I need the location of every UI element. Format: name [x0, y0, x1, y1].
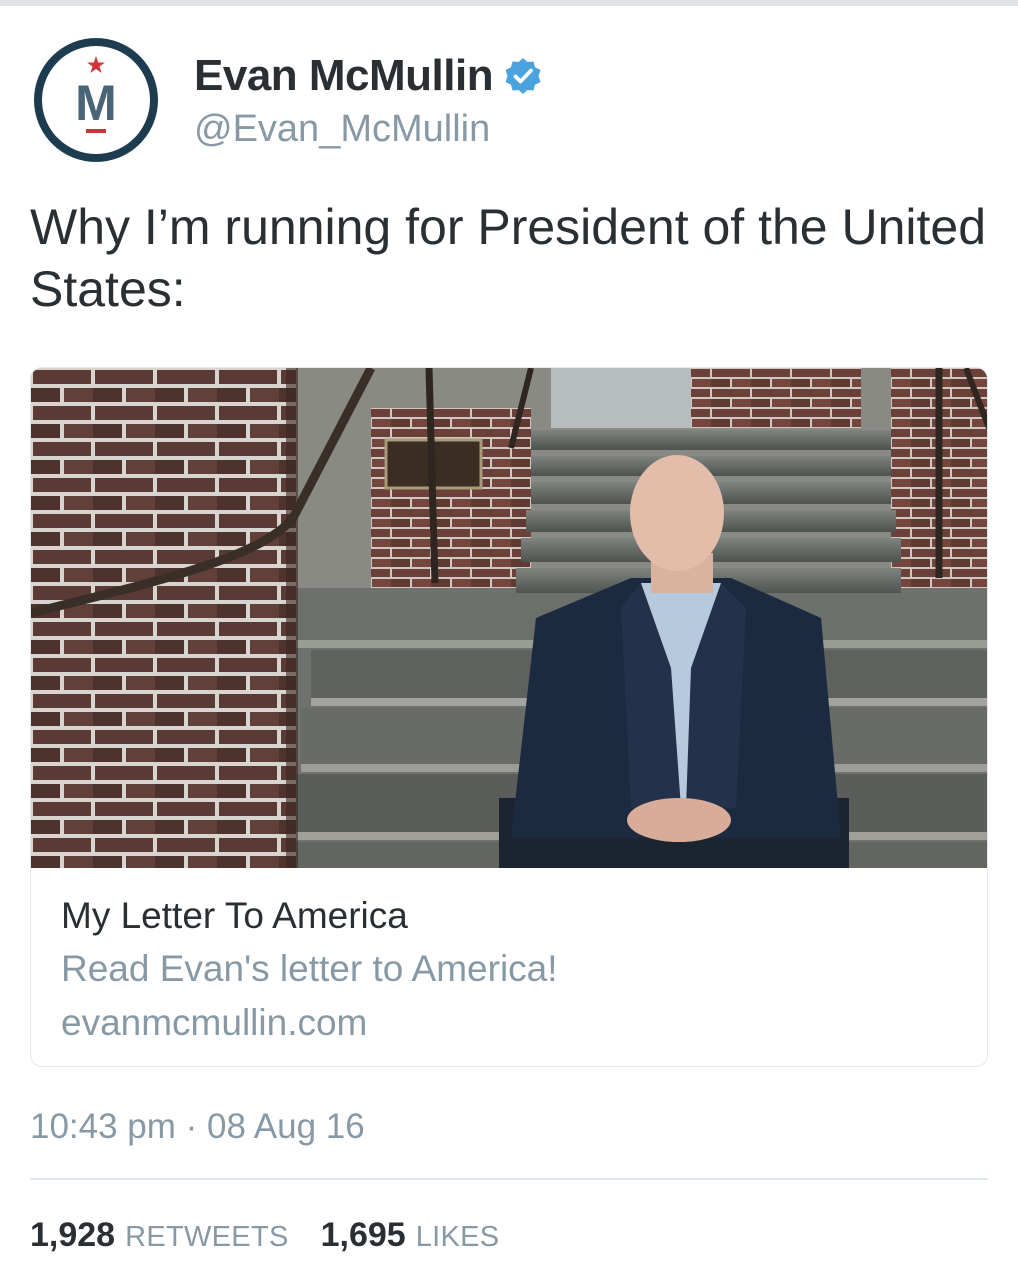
tweet-text: Why I’m running for President of the Uni…: [30, 199, 987, 317]
retweets-label: RETWEETS: [125, 1221, 289, 1253]
card-domain: evanmcmullin.com: [61, 1002, 368, 1043]
user-handle[interactable]: @Evan_McMullin: [194, 108, 490, 151]
likes-count: 1,695: [320, 1216, 406, 1254]
tweet-timestamp[interactable]: 10:43 pm · 08 Aug 16: [30, 1107, 365, 1147]
likes-stat[interactable]: 1,695 LIKES: [321, 1216, 500, 1255]
likes-label: LIKES: [415, 1221, 500, 1253]
retweets-count: 1,928: [30, 1216, 116, 1254]
card-description: Read Evan's letter to America!: [61, 948, 558, 989]
card-title: My Letter To America: [61, 895, 408, 936]
avatar[interactable]: M: [32, 36, 160, 164]
top-divider: [0, 0, 1018, 6]
verified-badge-icon: [503, 56, 543, 96]
avatar-letter: M: [75, 75, 117, 131]
link-card[interactable]: My Letter To America Read Evan's letter …: [30, 367, 988, 1067]
name-row: Evan McMullin: [194, 46, 543, 106]
stats-divider: [30, 1178, 988, 1180]
card-photo: [31, 368, 987, 868]
avatar-logo-icon: M: [34, 38, 158, 162]
retweets-stat[interactable]: 1,928 RETWEETS: [30, 1216, 289, 1255]
display-name[interactable]: Evan McMullin: [194, 51, 494, 101]
engagement-stats: 1,928 RETWEETS 1,695 LIKES: [30, 1216, 531, 1255]
